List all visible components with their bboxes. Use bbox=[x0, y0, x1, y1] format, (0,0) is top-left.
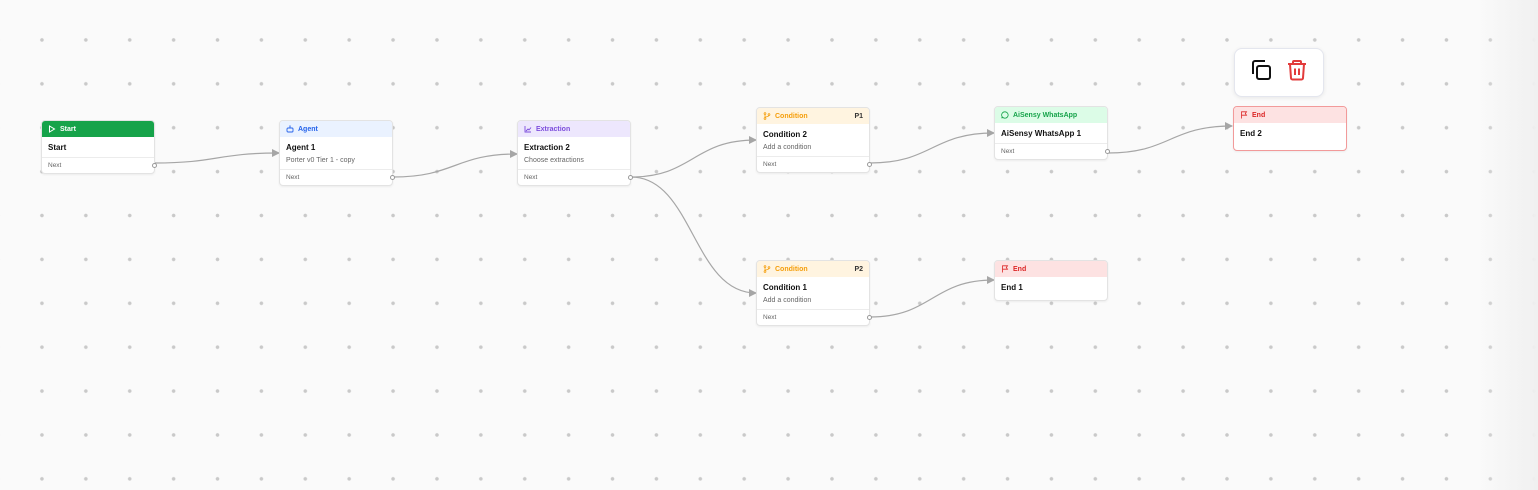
node-type-label: Condition bbox=[775, 265, 808, 273]
next-label: Next bbox=[286, 174, 300, 181]
next-label: Next bbox=[48, 162, 62, 169]
node-end-1[interactable]: End End 1 bbox=[994, 260, 1108, 301]
robot-icon bbox=[286, 125, 294, 133]
node-header: Extraction bbox=[518, 121, 630, 137]
node-title: Extraction 2 bbox=[524, 143, 570, 152]
node-title: AiSensy WhatsApp 1 bbox=[1001, 129, 1082, 138]
node-title: Condition 2 bbox=[763, 130, 807, 139]
edge-condition2-whatsapp[interactable] bbox=[869, 129, 995, 164]
edge-start-agent[interactable] bbox=[154, 149, 280, 164]
node-start[interactable]: Start Start Next bbox=[41, 120, 157, 174]
node-subtitle: Porter v0 Tier 1 - copy bbox=[286, 157, 355, 164]
node-header: End bbox=[995, 261, 1107, 277]
node-header: Condition P1 bbox=[757, 108, 869, 124]
output-handle[interactable] bbox=[152, 163, 157, 168]
node-condition-2[interactable]: Condition P1 Condition 2 Add a condition… bbox=[756, 107, 872, 173]
copy-icon bbox=[1249, 58, 1273, 87]
flag-icon bbox=[1240, 111, 1248, 119]
node-header: End bbox=[1234, 107, 1346, 123]
node-title: End 2 bbox=[1240, 129, 1262, 138]
duplicate-button[interactable] bbox=[1247, 59, 1275, 87]
next-label: Next bbox=[1001, 148, 1015, 155]
next-label: Next bbox=[763, 314, 777, 321]
next-label: Next bbox=[763, 161, 777, 168]
node-aisensy-whatsapp[interactable]: AiSensy WhatsApp AiSensy WhatsApp 1 Next bbox=[994, 106, 1110, 160]
node-header: Agent bbox=[280, 121, 392, 137]
output-handle[interactable] bbox=[867, 315, 872, 320]
node-header: Condition P2 bbox=[757, 261, 869, 277]
node-toolbar bbox=[1234, 48, 1324, 97]
node-next-port[interactable]: Next bbox=[757, 156, 872, 172]
output-handle[interactable] bbox=[390, 175, 395, 180]
node-condition-1[interactable]: Condition P2 Condition 1 Add a condition… bbox=[756, 260, 872, 326]
output-handle[interactable] bbox=[1105, 149, 1110, 154]
node-title: Condition 1 bbox=[763, 283, 807, 292]
node-title: Agent 1 bbox=[286, 143, 316, 152]
node-subtitle: Add a condition bbox=[763, 297, 812, 304]
priority-badge: P2 bbox=[854, 265, 863, 273]
node-next-port[interactable]: Next bbox=[42, 157, 157, 173]
node-subtitle: Add a condition bbox=[763, 144, 812, 151]
output-handle[interactable] bbox=[867, 162, 872, 167]
edge-extraction-condition1[interactable] bbox=[630, 176, 757, 297]
chat-icon bbox=[1001, 111, 1009, 119]
priority-badge: P1 bbox=[854, 112, 863, 120]
node-extraction[interactable]: Extraction Extraction 2 Choose extractio… bbox=[517, 120, 633, 186]
delete-button[interactable] bbox=[1283, 59, 1311, 87]
node-type-label: End bbox=[1013, 265, 1027, 273]
chart-icon bbox=[524, 125, 532, 133]
node-title: Start bbox=[48, 143, 67, 152]
node-type-label: Start bbox=[60, 125, 76, 133]
node-header: Start bbox=[42, 121, 154, 137]
node-end-2[interactable]: End End 2 bbox=[1233, 106, 1347, 151]
flag-icon bbox=[1001, 265, 1009, 273]
branch-icon bbox=[763, 265, 771, 273]
branch-icon bbox=[763, 112, 771, 120]
node-next-port[interactable]: Next bbox=[995, 143, 1110, 159]
node-subtitle: Choose extractions bbox=[524, 157, 584, 164]
node-next-port[interactable]: Next bbox=[280, 169, 395, 185]
node-next-port[interactable]: Next bbox=[757, 309, 872, 325]
edge-condition1-end1[interactable] bbox=[869, 276, 995, 318]
output-handle[interactable] bbox=[628, 175, 633, 180]
edge-extraction-condition2[interactable] bbox=[630, 136, 757, 178]
play-icon bbox=[48, 125, 56, 133]
node-title: End 1 bbox=[1001, 283, 1023, 292]
node-type-label: Condition bbox=[775, 112, 808, 120]
node-type-label: Agent bbox=[298, 125, 318, 133]
node-type-label: End bbox=[1252, 111, 1266, 119]
node-type-label: AiSensy WhatsApp bbox=[1013, 111, 1078, 119]
next-label: Next bbox=[524, 174, 538, 181]
edge-whatsapp-end2[interactable] bbox=[1107, 122, 1233, 154]
node-type-label: Extraction bbox=[536, 125, 571, 133]
edge-agent-extraction[interactable] bbox=[392, 150, 518, 178]
node-header: AiSensy WhatsApp bbox=[995, 107, 1107, 123]
trash-icon bbox=[1285, 58, 1309, 87]
node-agent[interactable]: Agent Agent 1 Porter v0 Tier 1 - copy Ne… bbox=[279, 120, 395, 186]
node-next-port[interactable]: Next bbox=[518, 169, 633, 185]
